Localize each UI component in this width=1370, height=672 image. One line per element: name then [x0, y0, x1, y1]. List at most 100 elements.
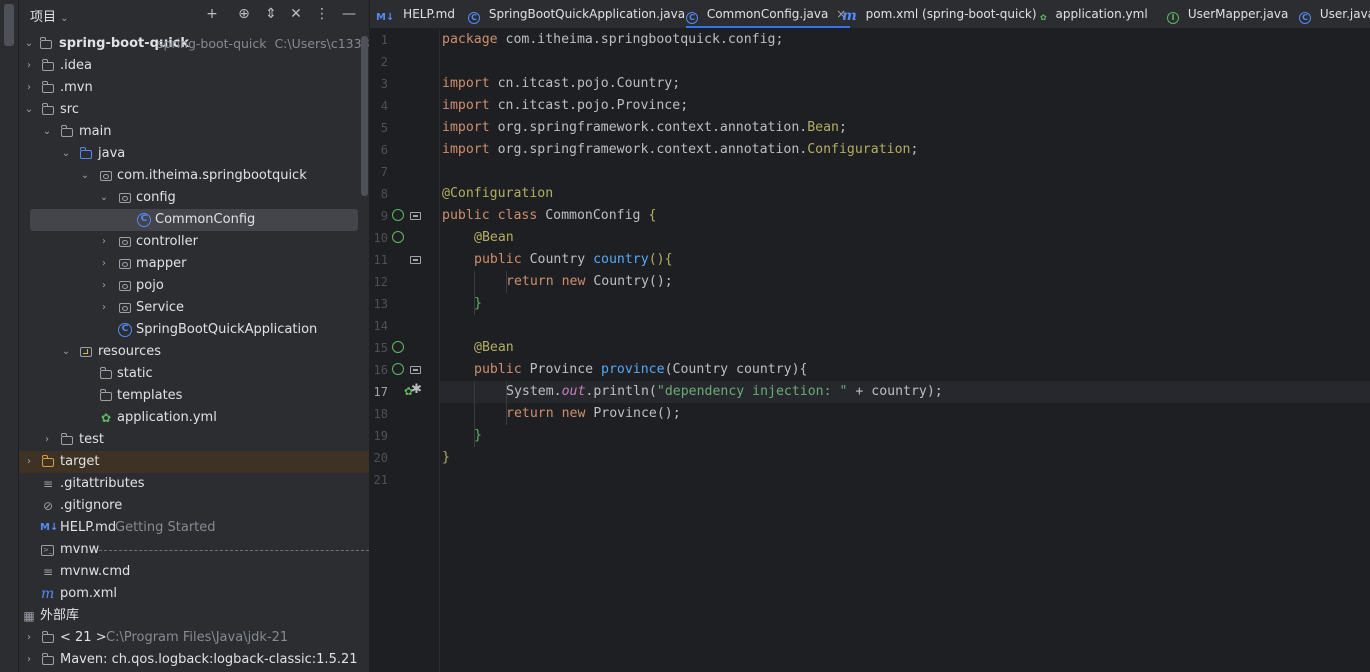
resources-folder-icon [80, 347, 92, 357]
tree-item-gitattributes[interactable]: ≡ .gitattributes [19, 473, 369, 495]
tree-item-resources[interactable]: ⌄ resources [19, 341, 369, 363]
tree-item-commonconfig[interactable]: C CommonConfig [30, 209, 358, 231]
chevron-down-icon[interactable]: ⌄ [23, 33, 35, 55]
tree-item-label: com.itheima.springbootquick [117, 168, 307, 183]
spring-bean-gutter-icon[interactable] [392, 209, 404, 221]
chevron-right-icon[interactable]: › [23, 649, 35, 671]
chevron-right-icon[interactable]: › [41, 429, 53, 451]
tab-label: UserMapper.java [1187, 7, 1289, 21]
tree-item-application-class[interactable]: C SpringBootQuickApplication [19, 319, 369, 341]
code-text: CommonConfig [537, 208, 649, 223]
tree-item-config[interactable]: ⌄ config [19, 187, 369, 209]
chevron-right-icon[interactable]: › [23, 55, 35, 77]
implementation-gutter-icon[interactable] [410, 212, 421, 220]
add-icon[interactable]: + [203, 5, 221, 23]
implementation-gutter-icon[interactable] [410, 256, 421, 264]
keyword: public class [442, 208, 538, 223]
chevron-right-icon[interactable]: › [98, 253, 110, 275]
tab-help-md[interactable]: M↓ HELP.md [376, 0, 455, 28]
tab-label: HELP.md [403, 7, 455, 21]
tree-item-label: config [136, 190, 176, 205]
tree-item-mapper[interactable]: › mapper [19, 253, 369, 275]
tree-item-templates[interactable]: templates [19, 385, 369, 407]
tree-item-label: static [117, 366, 153, 381]
options-menu-icon[interactable]: ⋮ [313, 5, 331, 23]
tree-item-project-root[interactable]: ⌄ spring-boot-quick spring-boot-quick C:… [19, 33, 384, 55]
editor-gutter[interactable]: 1 2 3 4 5 6 7 8 9 10 11 12 13 14 15 16 1… [370, 29, 440, 672]
code-text: (Country country){ [664, 362, 808, 377]
tree-item-java[interactable]: ⌄ java [19, 143, 369, 165]
class-icon: C [1299, 12, 1311, 24]
hide-panel-icon[interactable]: — [340, 5, 358, 23]
tree-item-pom-xml[interactable]: m pom.xml [19, 583, 369, 605]
tree-item-label: pom.xml [60, 586, 117, 601]
tree-item-target[interactable]: › target [19, 451, 369, 473]
tree-item-static[interactable]: static [19, 363, 369, 385]
chevron-down-icon[interactable]: ⌄ [60, 143, 72, 165]
code-editor[interactable]: package com.itheima.springbootquick.conf… [440, 29, 1370, 672]
tree-item-help-md[interactable]: M↓ HELP.md Getting Started [19, 517, 369, 539]
collapse-all-icon[interactable]: ✕ [287, 5, 305, 23]
tree-item-label: application.yml [117, 410, 217, 425]
keyword: return new [506, 406, 586, 421]
line-number: 2 [380, 55, 388, 69]
tab-springbootquickapplication[interactable]: C SpringBootQuickApplication.java [468, 0, 685, 28]
chevron-down-icon[interactable]: ⌄ [79, 165, 91, 187]
tab-usermapper[interactable]: I UserMapper.java [1167, 0, 1288, 28]
tree-item-pojo[interactable]: › pojo [19, 275, 369, 297]
tab-application-yml[interactable]: ✿ application.yml [1040, 0, 1148, 28]
folder-icon [41, 103, 54, 115]
tree-item-mvn[interactable]: › .mvn [19, 77, 369, 99]
project-panel-header: 项目 ⌄ + ⊕ ⇕ ✕ ⋮ — [19, 0, 369, 28]
code-text: Province(); [585, 406, 681, 421]
chevron-right-icon[interactable]: › [23, 627, 35, 649]
code-text: org.springframework.context.annotation. [489, 142, 808, 157]
excluded-folder-icon [41, 455, 54, 467]
chevron-down-icon[interactable]: ⌄ [41, 121, 53, 143]
line-number: 19 [373, 429, 388, 443]
spring-bean-gutter-icon[interactable] [392, 231, 404, 243]
tree-item-gitignore[interactable]: ⊘ .gitignore [19, 495, 369, 517]
spring-bean-gutter-icon[interactable] [392, 341, 404, 353]
asterisk-gutter-icon[interactable]: ✱ [411, 382, 422, 397]
spring-bean-gutter-icon[interactable] [392, 363, 404, 375]
tree-item-controller[interactable]: › controller [19, 231, 369, 253]
tree-item-jdk[interactable]: › < 21 > C:\Program Files\Java\jdk-21 [19, 627, 369, 649]
tree-item-hint: Getting Started [115, 520, 216, 535]
chevron-right-icon[interactable]: › [23, 77, 35, 99]
tree-item-src[interactable]: ⌄ src [19, 99, 369, 121]
tree-item-application-yml[interactable]: ✿ application.yml [19, 407, 369, 429]
chevron-right-icon[interactable]: › [23, 451, 35, 473]
project-view-selector[interactable]: 项目 ⌄ [30, 6, 69, 25]
chevron-right-icon[interactable]: › [98, 275, 110, 297]
code-text: .println( [585, 384, 657, 399]
chevron-down-icon[interactable]: ⌄ [98, 187, 110, 209]
implementation-gutter-icon[interactable] [410, 366, 421, 374]
tree-item-label: templates [117, 388, 183, 403]
tab-user[interactable]: C User.java [1299, 0, 1370, 28]
tree-item-base-package[interactable]: ⌄ com.itheima.springbootquick [19, 165, 369, 187]
tree-item-mvnw[interactable]: >_ mvnw [19, 539, 369, 561]
line-number: 8 [380, 187, 388, 201]
code-line: import cn.itcast.pojo.Country; [442, 73, 680, 95]
tree-item-service[interactable]: › Service [19, 297, 369, 319]
chevron-right-icon[interactable]: › [98, 297, 110, 319]
tab-commonconfig[interactable]: C CommonConfig.java × [686, 0, 851, 28]
keyword: import [442, 120, 490, 135]
tree-item-external-libraries[interactable]: ▦ 外部库 [19, 605, 369, 627]
tree-item-idea[interactable]: › .idea [19, 55, 369, 77]
tree-item-maven-logback[interactable]: › Maven: ch.qos.logback:logback-classic:… [19, 649, 369, 671]
tree-item-test[interactable]: › test [19, 429, 369, 451]
project-scrollbar[interactable] [361, 36, 368, 196]
tree-item-mvnw-cmd[interactable]: ≡ mvnw.cmd [19, 561, 369, 583]
locate-icon[interactable]: ⊕ [235, 5, 253, 23]
tree-item-main[interactable]: ⌄ main [19, 121, 369, 143]
chevron-right-icon[interactable]: › [98, 231, 110, 253]
chevron-down-icon[interactable]: ⌄ [60, 341, 72, 363]
package-icon [119, 193, 131, 203]
code-text: System. [506, 384, 562, 399]
expand-all-icon[interactable]: ⇕ [262, 5, 280, 23]
tab-pom-xml[interactable]: m pom.xml (spring-boot-quick) [842, 0, 1037, 28]
project-tool-button[interactable] [4, 4, 14, 46]
chevron-down-icon[interactable]: ⌄ [23, 99, 35, 121]
